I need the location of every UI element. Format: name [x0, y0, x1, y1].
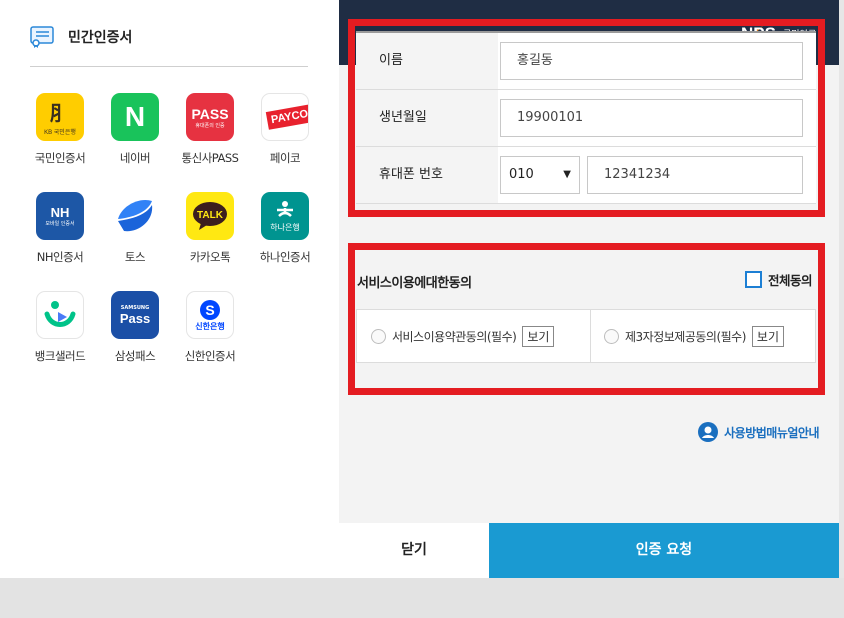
manual-label: 사용방법매뉴얼안내	[724, 425, 819, 440]
naver-logo-icon: N	[111, 93, 159, 141]
provider-hana[interactable]: 하나은행 하나인증서	[243, 192, 323, 278]
divider	[30, 66, 308, 67]
private-cert-header: 민간인증서	[30, 26, 132, 48]
provider-kakao[interactable]: TALK 카카오톡	[168, 192, 248, 278]
payco-logo-icon: PAYCO	[261, 93, 309, 141]
provider-label: 하나인증서	[259, 250, 311, 264]
svg-text:TALK: TALK	[197, 210, 224, 221]
svg-text:KB 국민은행: KB 국민은행	[44, 128, 76, 136]
simple-auth-panel: 간편인증 NPS 국민연금 이름 홍길동 생년월일 19900101 휴대폰 번…	[339, 0, 839, 578]
provider-samsungpass[interactable]: SAMSUNG Pass 삼성패스	[93, 291, 173, 377]
provider-label: 페이코	[269, 151, 301, 165]
provider-toss[interactable]: 토스	[93, 192, 173, 278]
user-icon	[698, 422, 719, 442]
panel-title: 민간인증서	[68, 30, 133, 46]
provider-shinhan[interactable]: S 신한은행 신한인증서	[168, 291, 248, 377]
provider-banksalad[interactable]: 뱅크샐러드	[18, 291, 98, 377]
backdrop-bottom	[0, 576, 844, 618]
samsungpass-logo-icon: SAMSUNG Pass	[111, 291, 159, 339]
provider-naver[interactable]: N 네이버	[93, 93, 173, 179]
kakao-logo-icon: TALK	[186, 192, 234, 240]
provider-kb[interactable]: ⺼ KB 국민은행 국민인증서	[18, 93, 98, 179]
manual-link[interactable]: 사용방법매뉴얼안내	[698, 422, 819, 442]
banksalad-logo-icon	[36, 291, 84, 339]
provider-pass[interactable]: PASS 휴대폰의 인증 통신사PASS	[168, 93, 248, 179]
kb-logo-icon: ⺼ KB 국민은행	[36, 93, 84, 141]
certificate-icon	[30, 26, 54, 48]
toss-logo-icon	[111, 192, 159, 240]
private-cert-panel: 민간인증서 ⺼ KB 국민은행 국민인증서 N 네이버 PASS 휴대폰의 인증	[0, 0, 339, 578]
svg-text:S: S	[205, 302, 214, 318]
highlight-box-agreement	[348, 243, 825, 395]
provider-payco[interactable]: PAYCO 페이코	[243, 93, 323, 179]
pass-logo-icon: PASS 휴대폰의 인증	[186, 93, 234, 141]
highlight-box-info	[348, 19, 825, 217]
submit-auth-button[interactable]: 인증 요청	[489, 523, 839, 578]
provider-label: 신한인증서	[184, 349, 236, 363]
svg-text:⺼: ⺼	[50, 101, 70, 125]
shinhan-logo-icon: S 신한은행	[186, 291, 234, 339]
close-button[interactable]: 닫기	[339, 523, 489, 578]
window-edge	[839, 0, 844, 578]
hana-logo-icon: 하나은행	[261, 192, 309, 240]
nh-logo-icon: NH 모바일 인증서	[36, 192, 84, 240]
provider-nh[interactable]: NH 모바일 인증서 NH인증서	[18, 192, 98, 278]
